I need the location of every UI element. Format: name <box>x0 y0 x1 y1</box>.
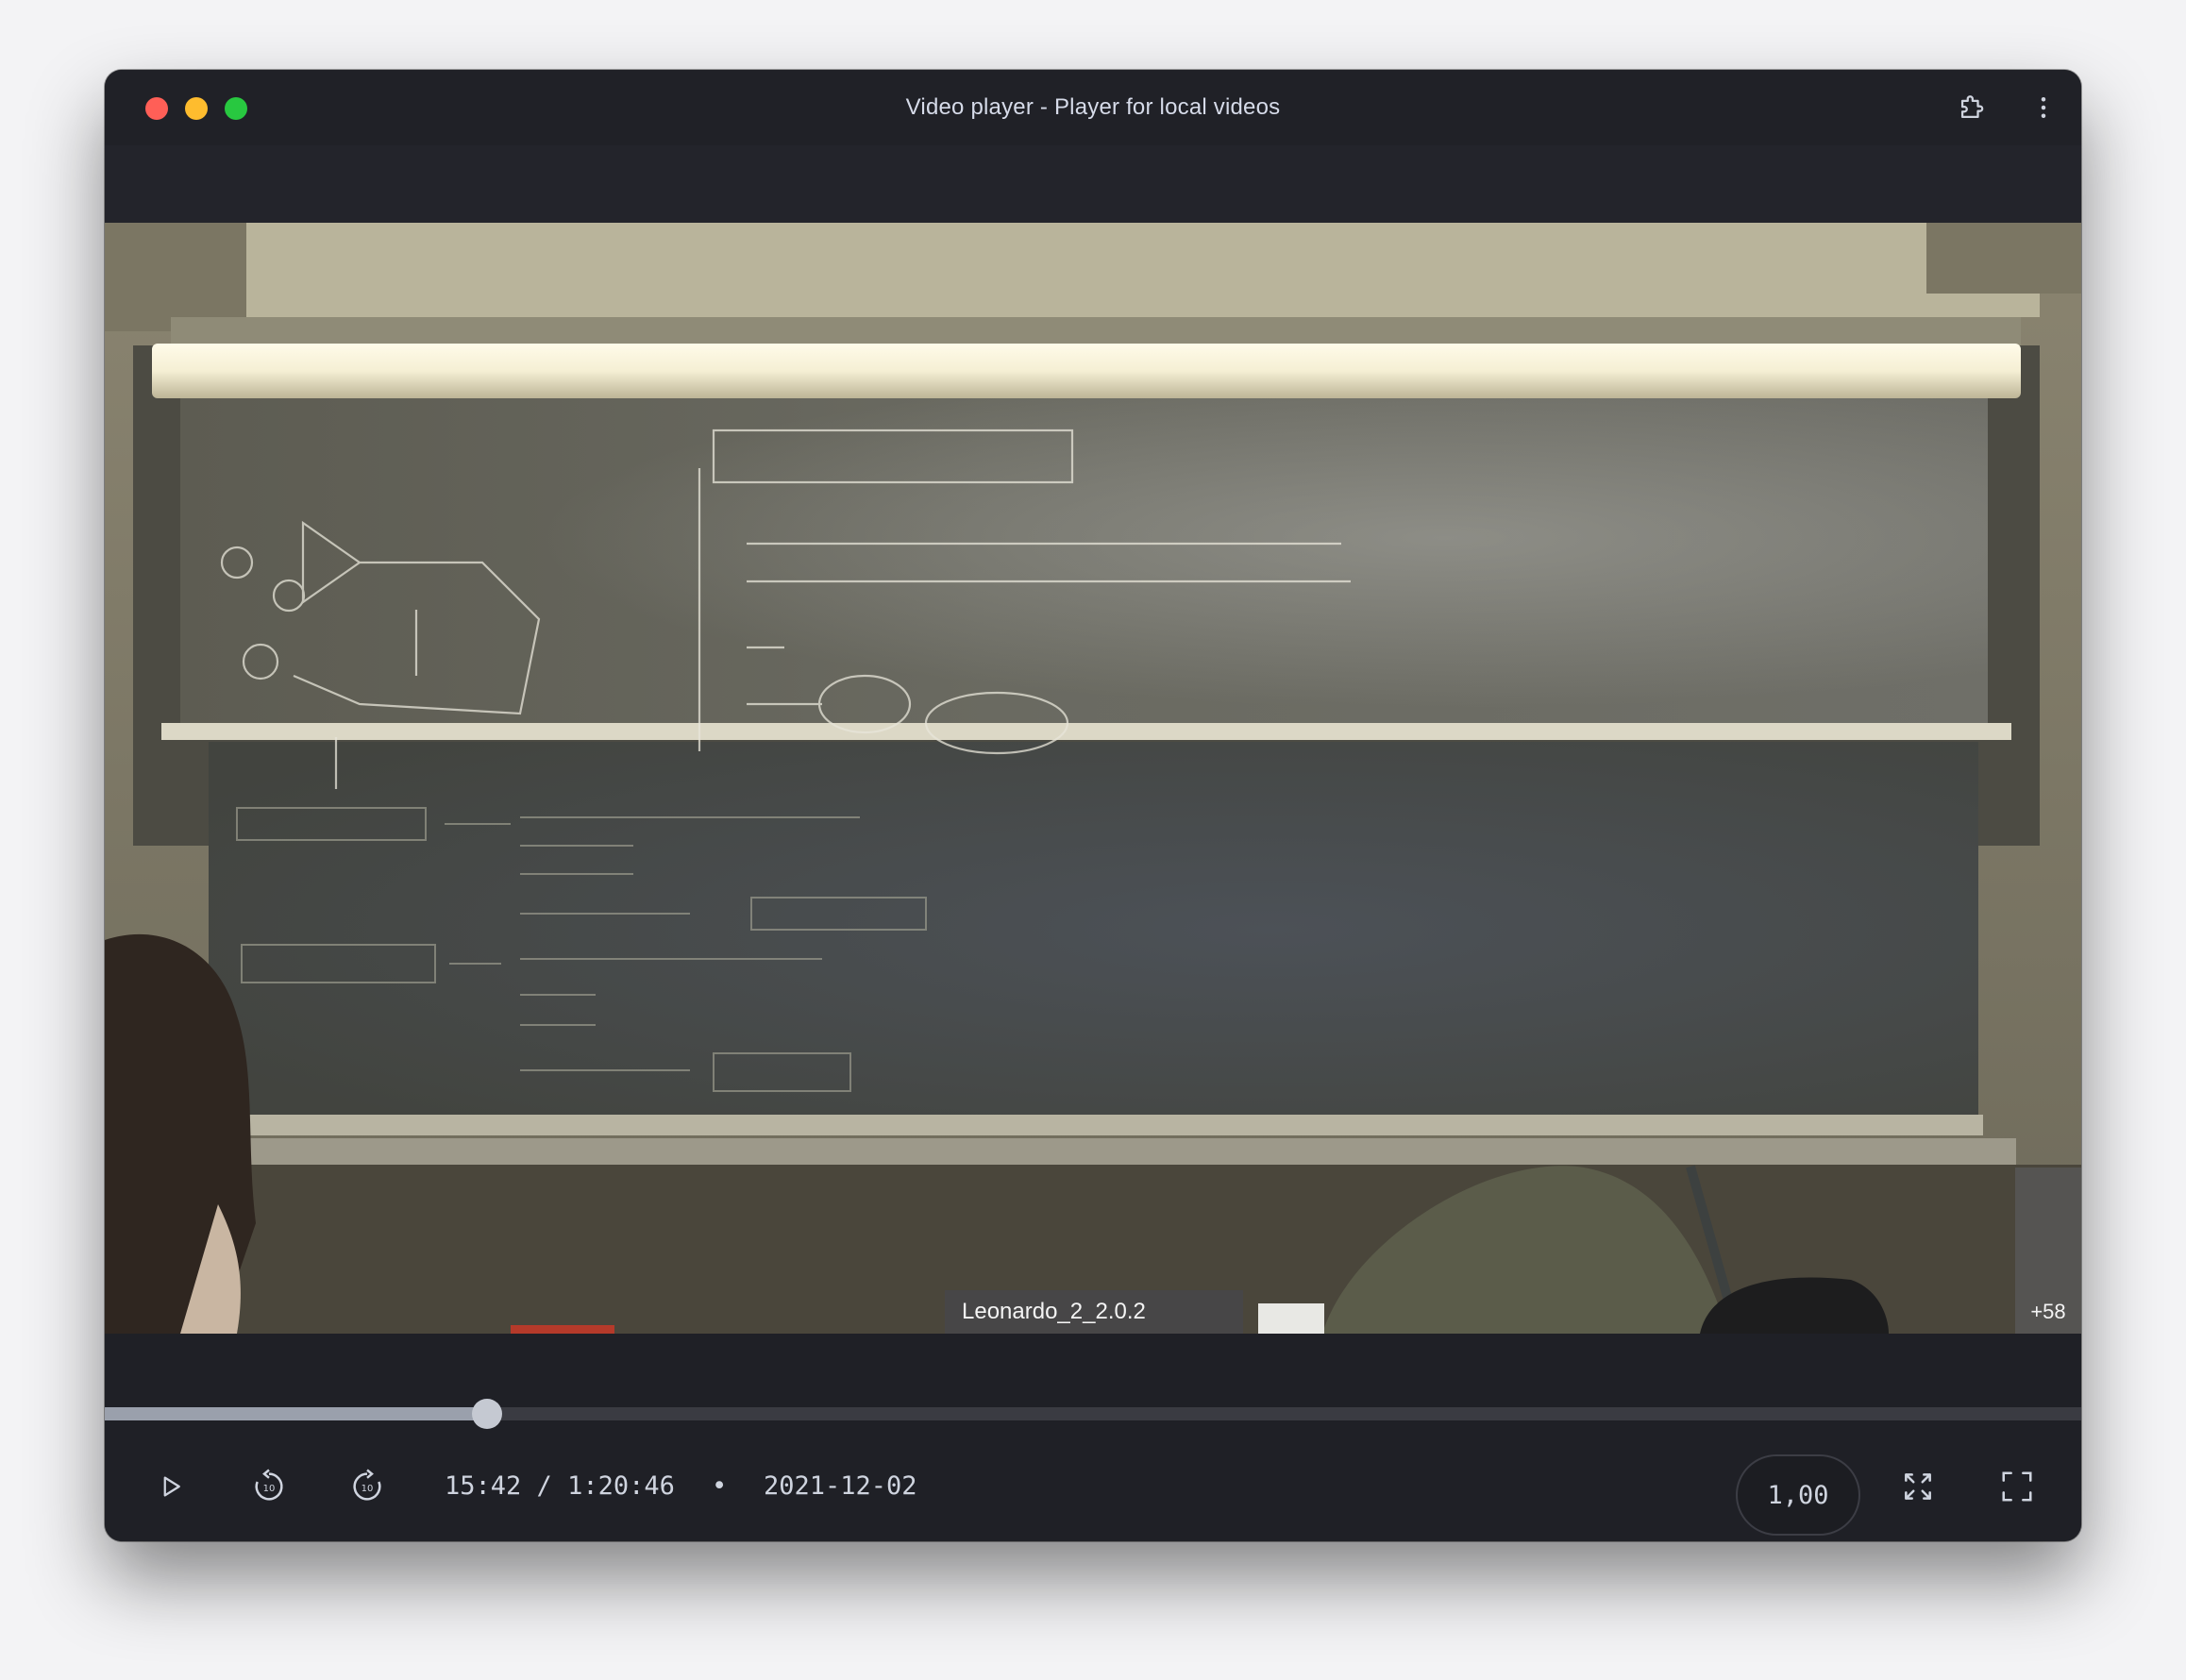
forward-10-button[interactable]: 10 <box>339 1458 395 1515</box>
expand-icon <box>1905 1473 1931 1500</box>
extension-button[interactable] <box>1955 91 1989 125</box>
recording-date: 2021-12-02 <box>764 1471 917 1501</box>
lecture-scene <box>105 223 2081 1334</box>
forward-10-icon: 10 <box>353 1469 381 1501</box>
toolbar-area <box>105 145 2081 223</box>
playback-speed-button[interactable]: 1,00 <box>1736 1454 1860 1536</box>
zoom-window-button[interactable] <box>225 97 247 120</box>
participant-count-badge[interactable]: +58 <box>2015 1168 2081 1334</box>
progress-handle[interactable] <box>471 1399 502 1429</box>
window-controls <box>145 97 247 120</box>
fullscreen-button[interactable] <box>1989 1458 2045 1515</box>
current-time: 15:42 <box>445 1471 522 1501</box>
total-duration: 1:20:46 <box>567 1471 675 1501</box>
svg-text:10: 10 <box>263 1484 276 1494</box>
dot-separator: • <box>712 1471 728 1501</box>
participant-label: Leonardo_2_2.0.2 <box>945 1290 1243 1334</box>
rewind-10-icon: 10 <box>255 1469 283 1501</box>
time-display: 15:42 / 1:20:46 <box>445 1471 675 1501</box>
close-window-button[interactable] <box>145 97 168 120</box>
minimize-window-button[interactable] <box>185 97 208 120</box>
time-separator: / <box>536 1471 552 1501</box>
progress-fill <box>105 1407 487 1420</box>
fullscreen-icon <box>2002 1471 2032 1502</box>
rewind-10-button[interactable]: 10 <box>241 1458 297 1515</box>
puzzle-icon <box>1960 95 1984 119</box>
player-window: Video player - Player for local videos L… <box>105 70 2081 1541</box>
more-vertical-icon <box>2041 97 2046 118</box>
play-icon <box>163 1476 180 1497</box>
video-frame[interactable]: Leonardo_2_2.0.2 +58 <box>105 223 2081 1334</box>
playback-controls: 10 10 15:42 / 1:20:46 • 2021-12-02 1,00 <box>105 1334 2081 1541</box>
play-button[interactable] <box>143 1458 199 1515</box>
progress-bar[interactable] <box>105 1399 2081 1429</box>
expand-button[interactable] <box>1890 1458 1946 1515</box>
title-bar: Video player - Player for local videos <box>105 70 2081 145</box>
svg-text:10: 10 <box>362 1484 374 1494</box>
window-title: Video player - Player for local videos <box>905 94 1281 120</box>
more-menu-button[interactable] <box>2026 91 2060 125</box>
